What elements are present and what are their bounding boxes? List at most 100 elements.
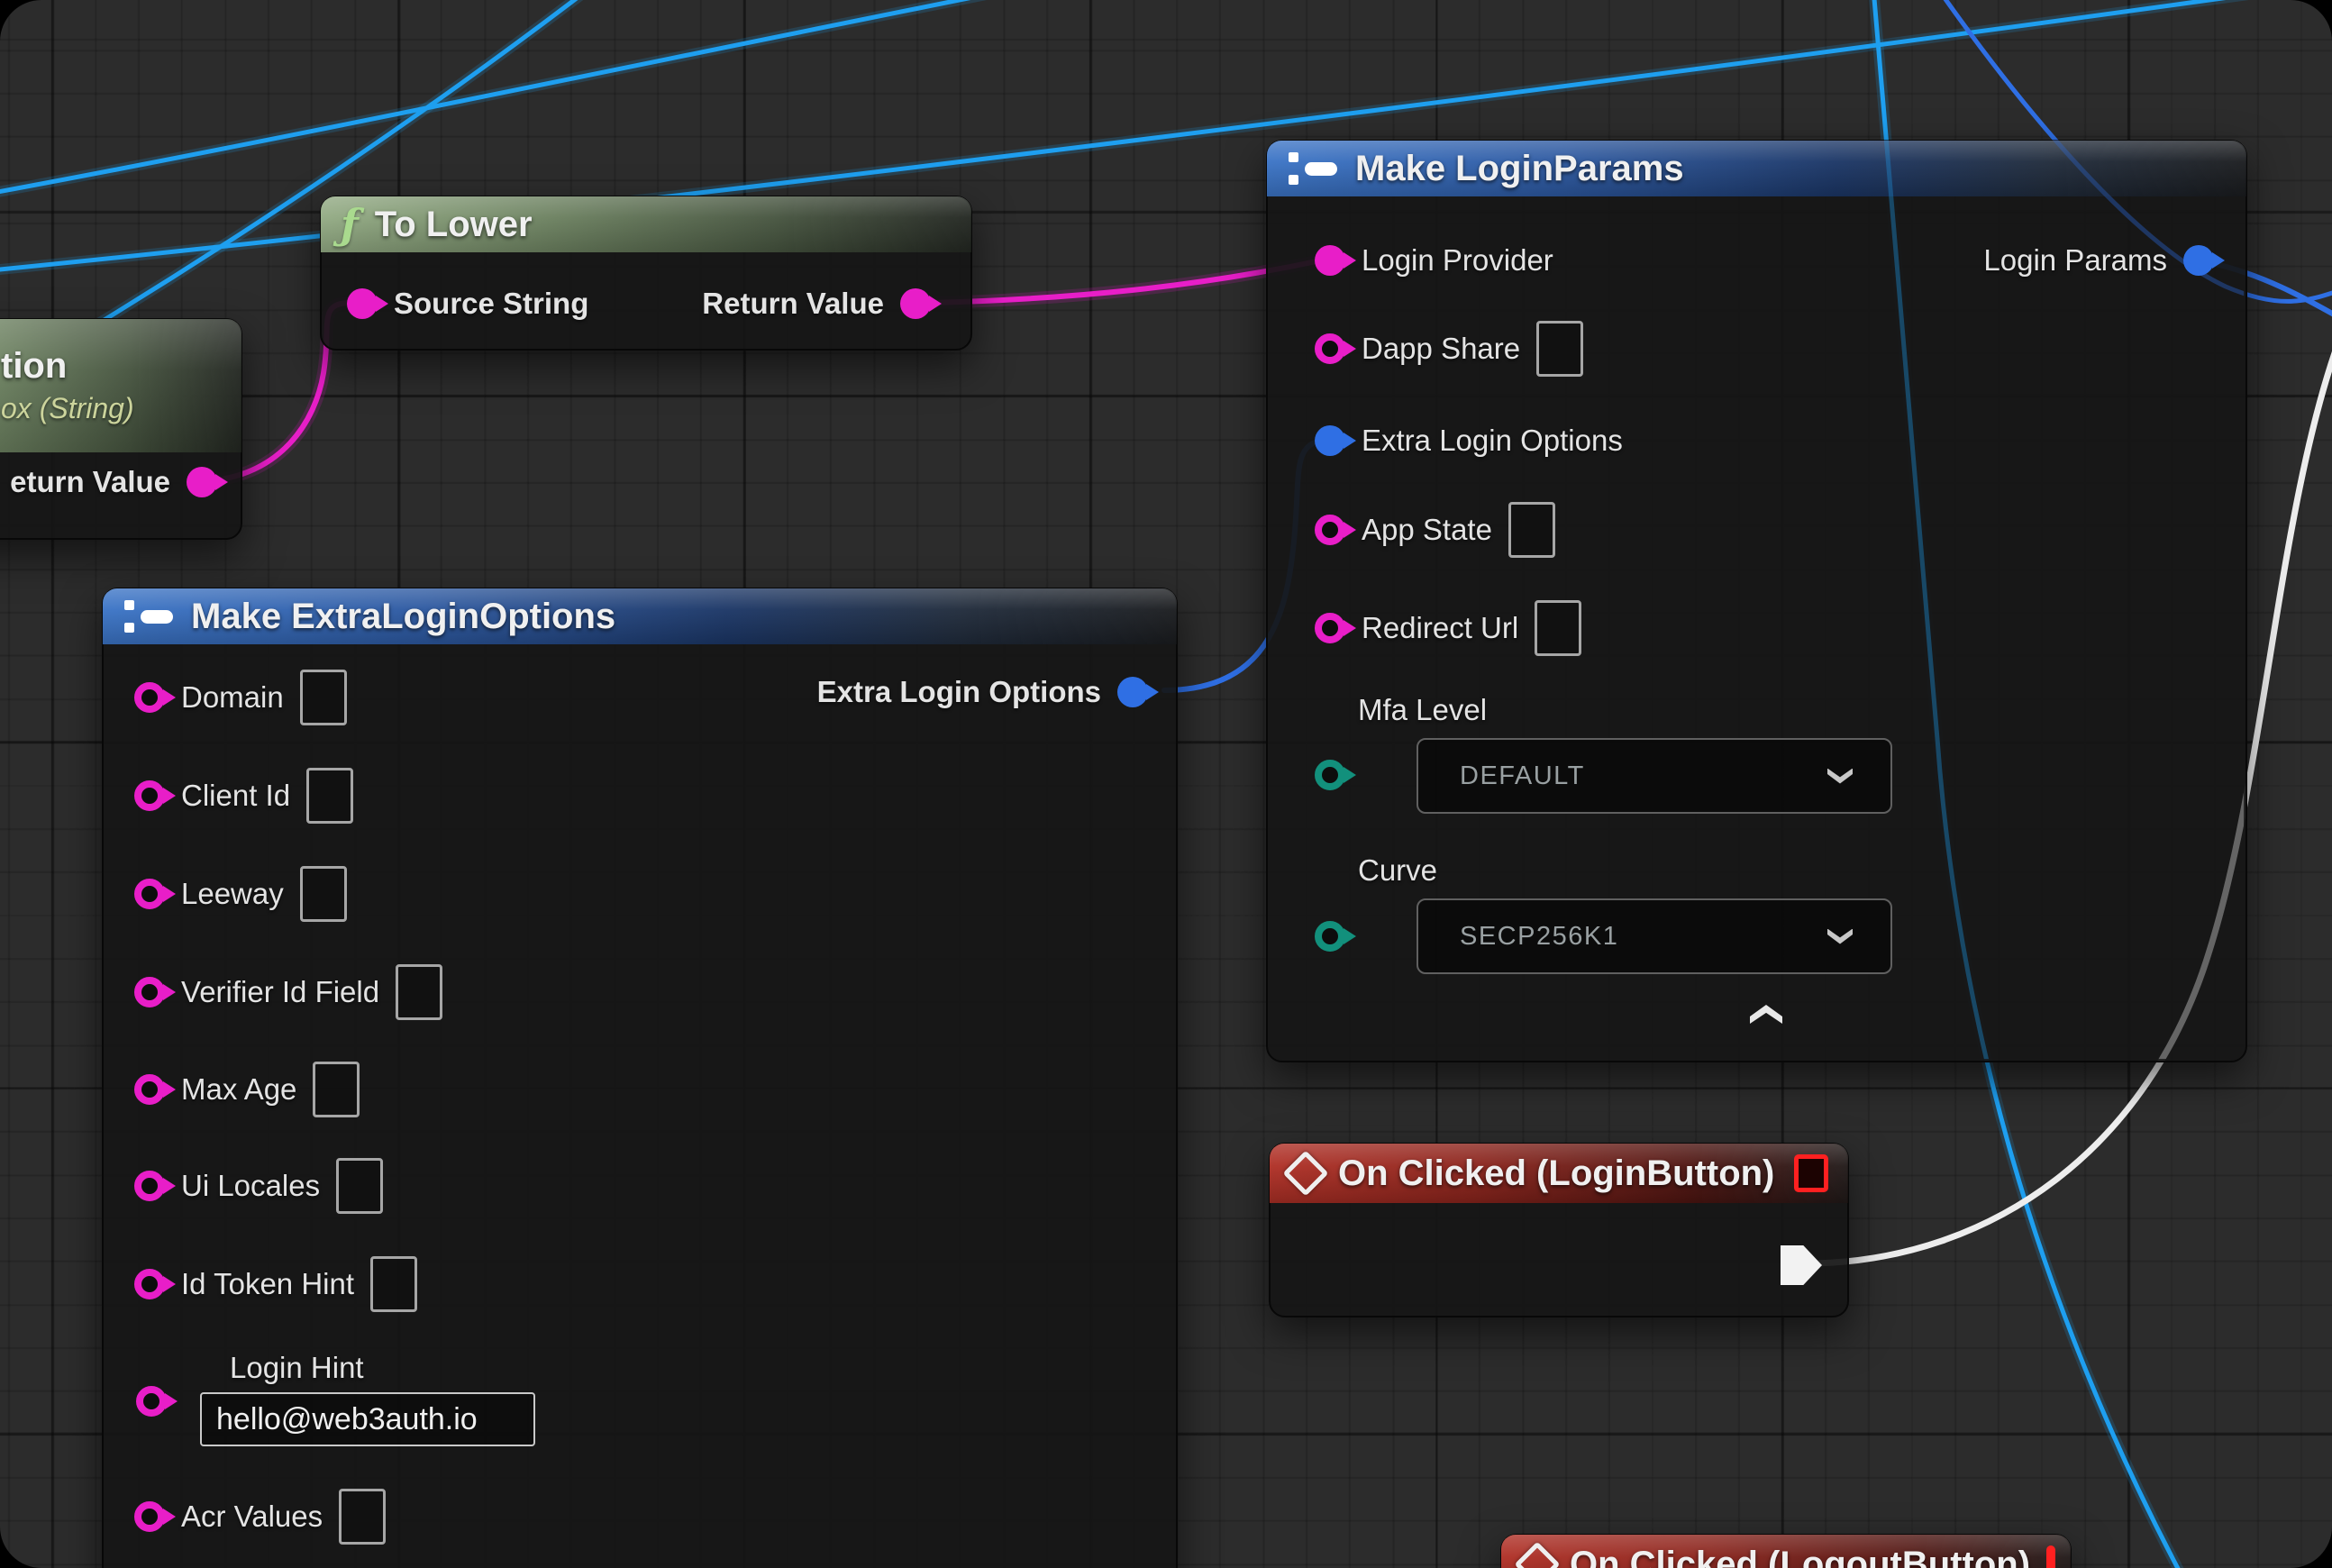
melo-output-label: Extra Login Options (817, 675, 1101, 709)
login-provider-pin[interactable] (1315, 245, 1345, 276)
wire-tolower-to-provider-glow (930, 260, 1321, 303)
to-lower-input-row: Source String (347, 271, 588, 336)
node-partial-getter[interactable]: tion ox (String) eturn Value (0, 318, 242, 540)
extra-login-options-out-pin[interactable] (1117, 677, 1148, 707)
id-token-hint-value-box[interactable] (370, 1256, 417, 1312)
node-melo-header[interactable]: Make ExtraLoginOptions (103, 588, 1177, 644)
node-to-lower-header[interactable]: ƒ To Lower (321, 196, 971, 252)
mlp-row-app-state: App State (1315, 497, 1555, 562)
mlp-output-row: Login Params (1983, 228, 2214, 293)
partial-getter-output-row: eturn Value (10, 450, 217, 515)
id-token-hint-label: Id Token Hint (181, 1267, 354, 1301)
leeway-label: Leeway (181, 877, 284, 911)
ui-locales-pin[interactable] (134, 1171, 165, 1201)
leeway-value-box[interactable] (300, 866, 347, 922)
acr-values-label: Acr Values (181, 1500, 323, 1534)
login-hint-pin[interactable] (136, 1386, 167, 1417)
max-age-label: Max Age (181, 1072, 296, 1107)
node-on-clicked-login-title: On Clicked (LoginButton) (1338, 1153, 1774, 1194)
node-partial-getter-header[interactable]: tion ox (String) (0, 319, 241, 452)
return-value-pin[interactable] (187, 467, 217, 497)
mlp-row-redirect-url: Redirect Url (1315, 596, 1581, 661)
extra-login-options-label: Extra Login Options (1362, 424, 1623, 458)
node-on-clicked-logout-title: On Clicked (LogoutButton) (1570, 1545, 2030, 1568)
leeway-pin[interactable] (134, 879, 165, 909)
node-partial-getter-subtitle: ox (String) (1, 392, 134, 425)
node-make-login-params[interactable]: Make LoginParams Login Provider Login Pa… (1266, 140, 2247, 1062)
wire-tolower-to-provider[interactable] (930, 260, 1321, 303)
redirect-url-label: Redirect Url (1362, 611, 1518, 645)
ui-locales-label: Ui Locales (181, 1169, 320, 1203)
melo-row-client-id: Client Id (134, 763, 353, 828)
curve-value: SECP256K1 (1460, 922, 1618, 952)
chevron-down-icon (1827, 929, 1853, 944)
delegate-pin[interactable] (2046, 1545, 2055, 1568)
node-mlp-title: Make LoginParams (1355, 149, 1684, 189)
node-on-clicked-logout-header[interactable]: On Clicked (LogoutButton) (1501, 1535, 2071, 1568)
to-lower-return-label: Return Value (702, 287, 884, 321)
client-id-pin[interactable] (134, 780, 165, 811)
max-age-pin[interactable] (134, 1074, 165, 1105)
verifier-id-field-value-box[interactable] (396, 964, 442, 1020)
login-provider-label: Login Provider (1362, 243, 1553, 278)
wire-cyan-upper[interactable] (0, 0, 1072, 196)
curve-pin[interactable] (1315, 921, 1345, 952)
collapse-node-chevron[interactable] (1750, 1005, 1782, 1024)
acr-values-pin[interactable] (134, 1501, 165, 1532)
node-on-clicked-login[interactable]: On Clicked (LoginButton) (1269, 1143, 1849, 1317)
acr-values-value-box[interactable] (339, 1489, 386, 1545)
redirect-url-pin[interactable] (1315, 613, 1345, 643)
domain-value-box[interactable] (300, 670, 347, 725)
dapp-share-label: Dapp Share (1362, 332, 1520, 366)
partial-getter-output-label: eturn Value (10, 465, 170, 499)
node-to-lower[interactable]: ƒ To Lower Source String Return Value (320, 196, 972, 351)
client-id-value-box[interactable] (306, 768, 353, 824)
ui-locales-value-box[interactable] (336, 1158, 383, 1214)
redirect-url-value-box[interactable] (1535, 600, 1581, 656)
mfa-level-label: Mfa Level (1358, 693, 1487, 727)
event-icon (1515, 1542, 1561, 1568)
blueprint-graph-canvas[interactable]: tion ox (String) eturn Value ƒ To Lower … (0, 0, 2332, 1568)
melo-row-id-token-hint: Id Token Hint (134, 1252, 417, 1317)
node-mlp-header[interactable]: Make LoginParams (1267, 141, 2246, 196)
melo-row-acr-values: Acr Values (134, 1484, 386, 1549)
source-string-pin[interactable] (347, 288, 378, 319)
verifier-id-field-pin[interactable] (134, 977, 165, 1007)
extra-login-options-in-pin[interactable] (1315, 425, 1345, 456)
mlp-row-login-provider: Login Provider (1315, 228, 1553, 293)
make-struct-icon (1287, 150, 1339, 187)
melo-row-leeway: Leeway (134, 861, 347, 926)
mfa-level-value: DEFAULT (1460, 761, 1585, 791)
client-id-label: Client Id (181, 779, 290, 813)
login-params-label: Login Params (1983, 243, 2167, 278)
max-age-value-box[interactable] (313, 1062, 360, 1117)
login-hint-label: Login Hint (230, 1351, 364, 1385)
id-token-hint-pin[interactable] (134, 1269, 165, 1299)
event-icon (1283, 1151, 1329, 1197)
verifier-id-field-label: Verifier Id Field (181, 975, 379, 1009)
mfa-level-pin[interactable] (1315, 760, 1345, 790)
curve-dropdown[interactable]: SECP256K1 (1417, 898, 1892, 974)
node-make-extra-login-options[interactable]: Make ExtraLoginOptions Extra Login Optio… (102, 588, 1178, 1568)
to-lower-output-row: Return Value (702, 271, 931, 336)
mfa-level-dropdown[interactable]: DEFAULT (1417, 738, 1892, 814)
app-state-pin[interactable] (1315, 515, 1345, 545)
app-state-value-box[interactable] (1508, 502, 1555, 558)
node-melo-title: Make ExtraLoginOptions (191, 597, 615, 637)
to-lower-return-pin[interactable] (900, 288, 931, 319)
login-hint-input[interactable]: hello@web3auth.io (200, 1392, 535, 1446)
node-on-clicked-logout[interactable]: On Clicked (LogoutButton) (1500, 1534, 2072, 1568)
domain-pin[interactable] (134, 682, 165, 713)
wire-cyan-upper-glow (0, 0, 1072, 196)
exec-out-pin[interactable] (1781, 1245, 1822, 1285)
login-params-out-pin[interactable] (2183, 245, 2214, 276)
delegate-pin[interactable] (1794, 1154, 1828, 1192)
node-on-clicked-login-header[interactable]: On Clicked (LoginButton) (1270, 1144, 1848, 1203)
melo-row-max-age: Max Age (134, 1057, 360, 1122)
dapp-share-pin[interactable] (1315, 333, 1345, 364)
source-string-label: Source String (394, 287, 588, 321)
melo-output-row: Extra Login Options (817, 660, 1148, 725)
domain-label: Domain (181, 680, 284, 715)
mlp-row-extra-login-options: Extra Login Options (1315, 408, 1623, 473)
dapp-share-value-box[interactable] (1536, 321, 1583, 377)
